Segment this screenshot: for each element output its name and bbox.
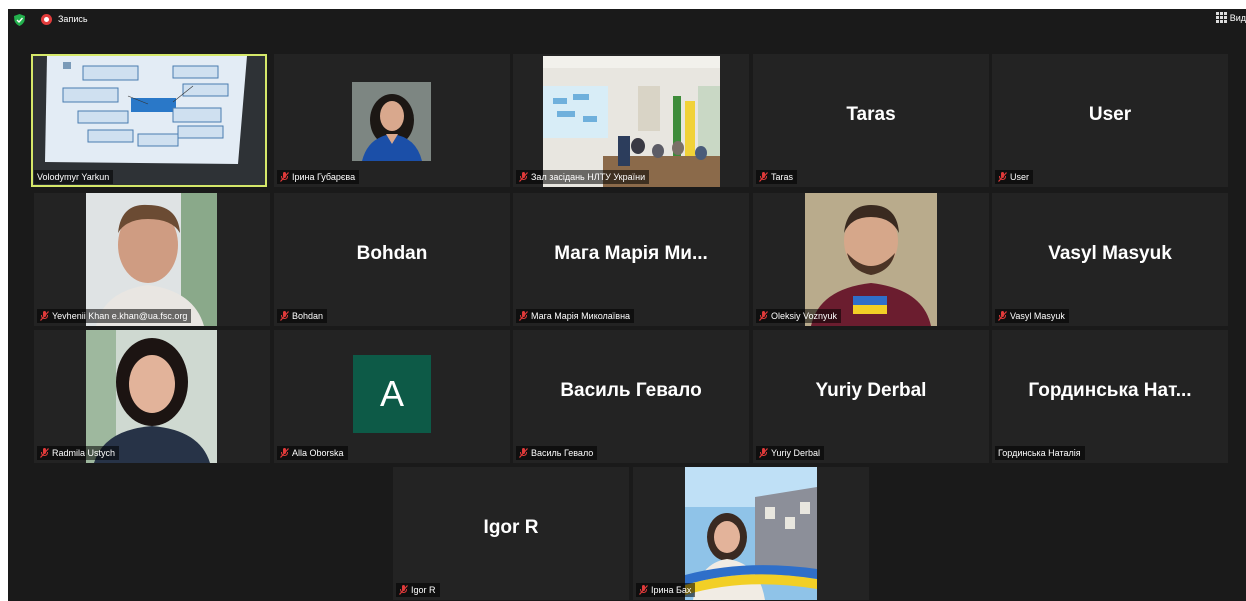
participant-tile-volodymyr-yarkun[interactable]: Volodymyr Yarkun: [31, 54, 267, 187]
participant-video: [685, 467, 817, 600]
muted-mic-icon: [639, 585, 648, 595]
muted-mic-icon: [399, 585, 408, 595]
participant-name-label: Oleksiy Voznyuk: [756, 309, 842, 323]
participant-name-label: Ірина Губарєва: [277, 170, 360, 184]
muted-mic-icon: [280, 311, 289, 321]
muted-mic-icon: [759, 172, 768, 182]
muted-mic-icon: [280, 172, 289, 182]
participant-name-label: Bohdan: [277, 309, 328, 323]
participant-tile-oleksiy-voznyuk[interactable]: Oleksiy Voznyuk: [753, 193, 989, 326]
muted-mic-icon: [519, 172, 528, 182]
muted-mic-icon: [759, 448, 768, 458]
top-bar: Запись Вид: [8, 9, 1246, 31]
participant-video: [33, 56, 265, 185]
view-label: Вид: [1229, 12, 1246, 23]
participant-tile-taras[interactable]: Taras Taras: [753, 54, 989, 187]
participant-display-name: User: [1088, 104, 1132, 125]
participant-display-name: Yuriy Derbal: [815, 380, 927, 401]
participant-tile-vasyl-masyuk[interactable]: Vasyl Masyuk Vasyl Masyuk: [992, 193, 1228, 326]
participant-tile-bohdan[interactable]: Bohdan Bohdan: [274, 193, 510, 326]
muted-mic-icon: [519, 311, 528, 321]
muted-mic-icon: [998, 311, 1007, 321]
participant-display-name: Мага Марія Ми...: [554, 243, 708, 264]
participant-tile-maha-mariia[interactable]: Мага Марія Ми... Мага Марія Миколаївна: [513, 193, 749, 326]
participant-name-label: Yevhenii Khan e.khan@ua.fsc.org: [37, 309, 192, 323]
participant-name-label: Vasyl Masyuk: [995, 309, 1069, 323]
participant-display-name: Igor R: [483, 517, 539, 538]
participant-name-label: Гординська Наталія: [995, 446, 1085, 460]
participant-tile-iryna-hubarieva[interactable]: Ірина Губарєва: [274, 54, 510, 187]
participant-display-name: Гординська Нат...: [1028, 380, 1192, 401]
muted-mic-icon: [519, 448, 528, 458]
participant-name-label: Radmila Ustych: [37, 446, 120, 460]
muted-mic-icon: [280, 448, 289, 458]
muted-mic-icon: [40, 448, 49, 458]
participant-avatar: A: [353, 355, 431, 433]
muted-mic-icon: [998, 172, 1007, 182]
grid-view-icon: [1215, 12, 1227, 23]
participant-name-label: Ірина Бах: [636, 583, 696, 597]
participant-name-label: Василь Гевало: [516, 446, 598, 460]
participant-name-label: Volodymyr Yarkun: [34, 170, 114, 184]
recording-icon[interactable]: [41, 14, 52, 25]
participant-tile-hordynska-natalia[interactable]: Гординська Нат... Гординська Наталія: [992, 330, 1228, 463]
participant-tile-yevhenii-khan[interactable]: Yevhenii Khan e.khan@ua.fsc.org: [34, 193, 270, 326]
participant-display-name: Vasyl Masyuk: [1048, 243, 1172, 264]
participant-video: [805, 193, 937, 326]
participant-video: [86, 193, 217, 326]
participant-display-name: Василь Гевало: [560, 380, 702, 401]
participant-tile-meeting-hall[interactable]: Зал засідань НЛТУ України: [513, 54, 749, 187]
participant-name-label: Taras: [756, 170, 798, 184]
participant-video: [352, 82, 431, 161]
participant-name-label: Мага Марія Миколаївна: [516, 309, 635, 323]
recording-label[interactable]: Запись: [58, 14, 88, 24]
participant-name-label: Yuriy Derbal: [756, 446, 825, 460]
view-button[interactable]: Вид: [1215, 12, 1246, 23]
participant-video: [86, 330, 217, 463]
meeting-stage: Запись Вид Volodymyr Yarkun Ірина Губарє…: [8, 9, 1246, 601]
participant-display-name: Bohdan: [356, 243, 428, 264]
participant-tile-igor-r[interactable]: Igor R Igor R: [393, 467, 629, 600]
participant-name-label: Зал засідань НЛТУ України: [516, 170, 650, 184]
participant-tile-vasyl-hevalo[interactable]: Василь Гевало Василь Гевало: [513, 330, 749, 463]
participant-tile-alla-oborska[interactable]: A Alla Oborska: [274, 330, 510, 463]
participant-name-label: Igor R: [396, 583, 440, 597]
participant-tile-iryna-bakh[interactable]: Ірина Бах: [633, 467, 869, 600]
participant-video: [543, 56, 720, 187]
participant-tile-yuriy-derbal[interactable]: Yuriy Derbal Yuriy Derbal: [753, 330, 989, 463]
muted-mic-icon: [759, 311, 768, 321]
participant-name-label: Alla Oborska: [277, 446, 348, 460]
muted-mic-icon: [40, 311, 49, 321]
participant-tile-radmila-ustych[interactable]: Radmila Ustych: [34, 330, 270, 463]
participant-display-name: Taras: [846, 104, 896, 125]
participant-name-label: User: [995, 170, 1034, 184]
participant-tile-user[interactable]: User User: [992, 54, 1228, 187]
security-shield-icon[interactable]: [14, 14, 25, 26]
